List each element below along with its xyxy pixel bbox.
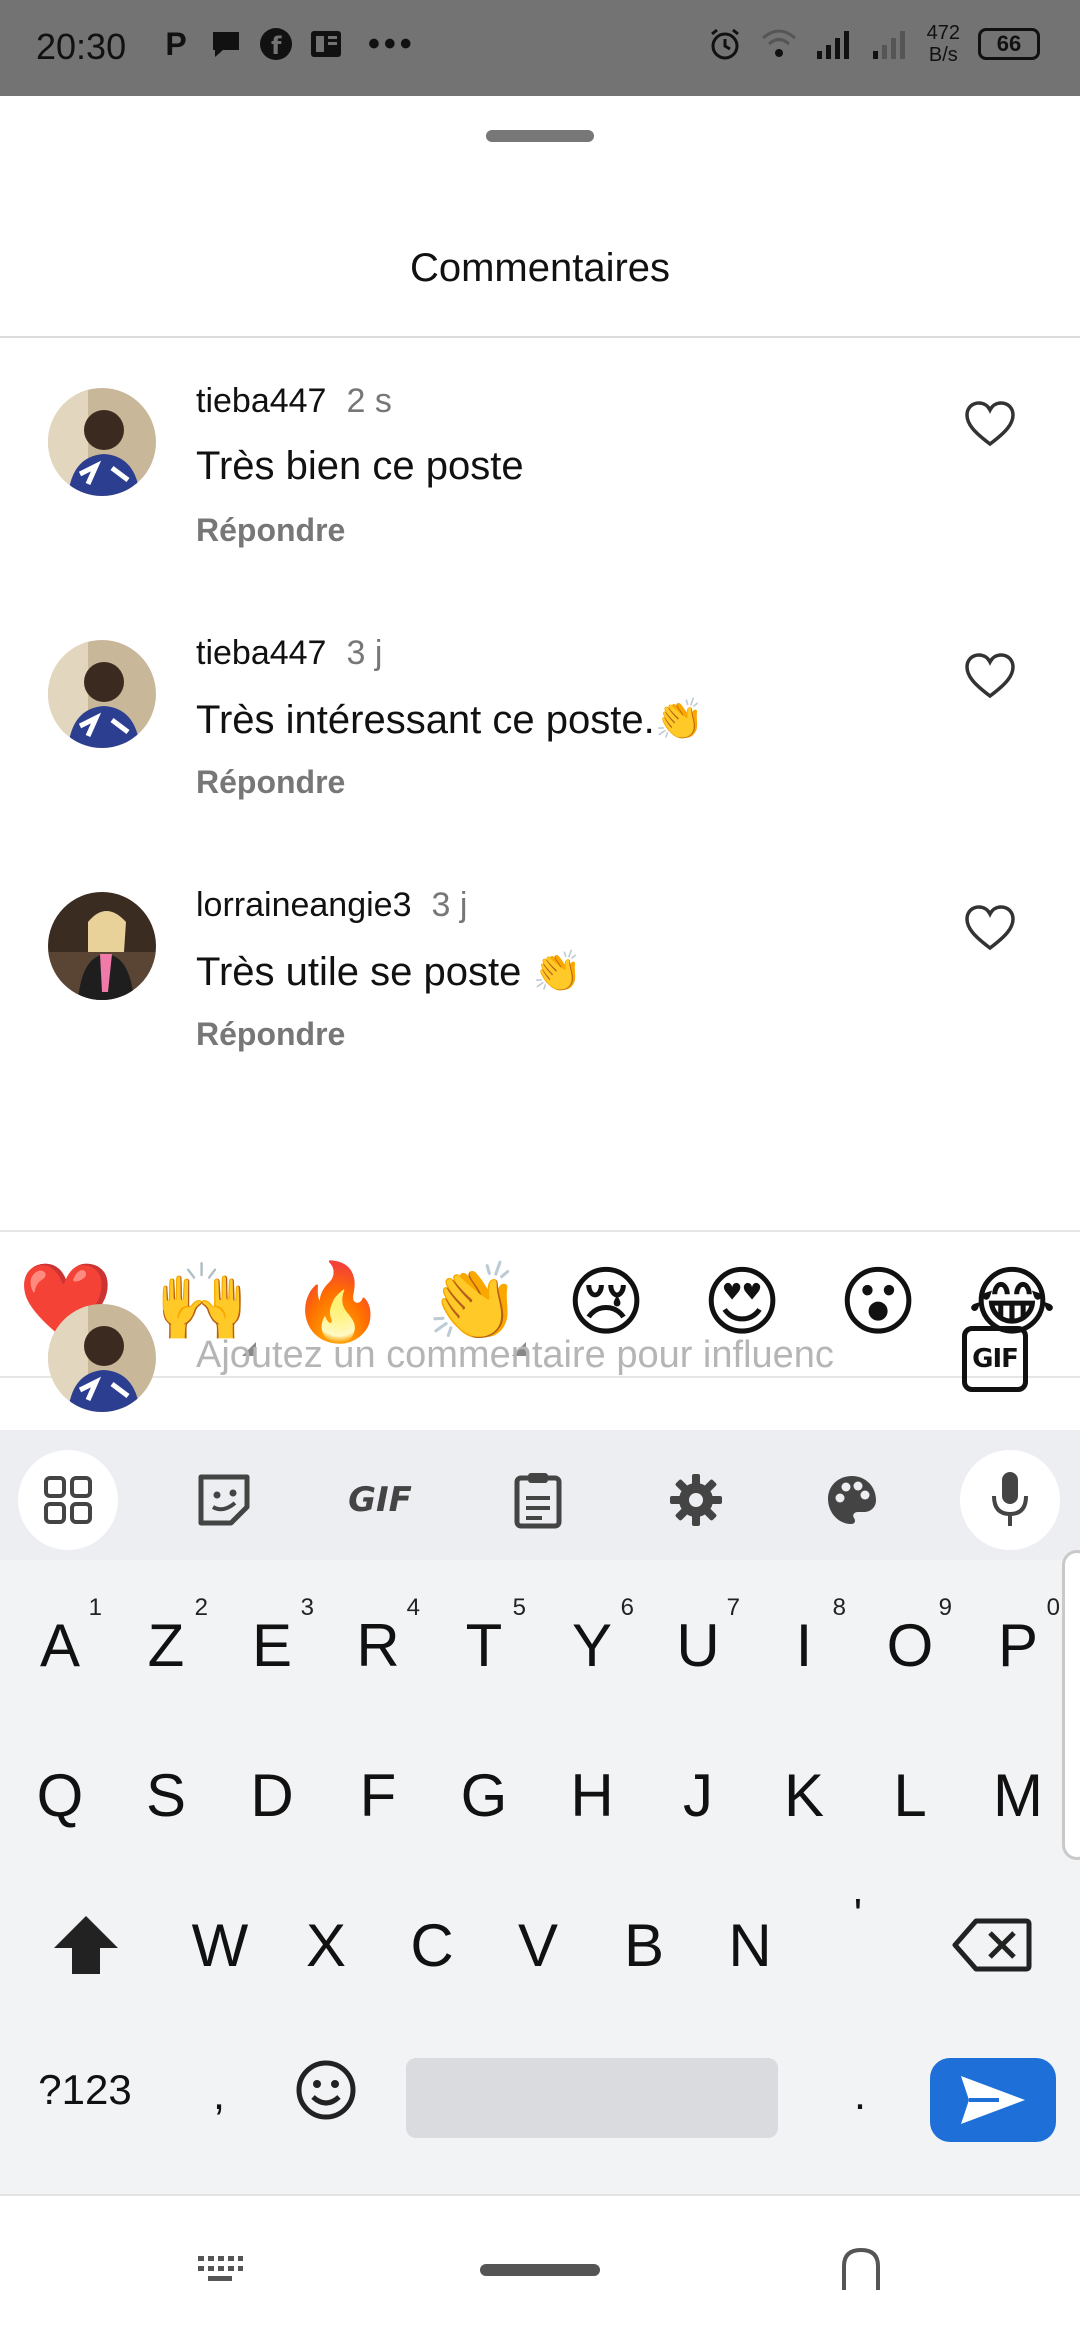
news-icon [308,24,344,64]
comment-author[interactable]: tieba447 3 j [196,634,382,673]
status-bar: 20:30 P f ••• 472 B/s 66 [0,0,1080,96]
comment-item: lorraineangie3 3 j Très utile se poste 👏 … [0,886,1080,1126]
signal-2-icon [872,31,905,59]
more-notifications-icon: ••• [368,24,416,63]
divider [0,1230,1080,1232]
clipboard-icon[interactable] [488,1450,588,1550]
network-speed: 472 B/s [926,22,960,66]
key-w[interactable]: W [168,1880,272,2010]
gif-keyboard-button[interactable]: GIF [330,1450,430,1550]
heart-icon[interactable] [964,652,1016,700]
keyboard-hide-icon[interactable] [196,2254,244,2286]
comment-input[interactable] [196,1320,916,1390]
alarm-icon [710,28,739,60]
notification-icons: P f ••• [158,24,416,64]
key-y[interactable]: Y6 [540,1580,644,1710]
key-i[interactable]: I8 [752,1580,856,1710]
shift-icon[interactable] [34,1880,138,2010]
keyboard: GIF A1 Z2 E3 R4 T5 Y6 U7 I8 O9 P0 Q S D … [0,1430,1080,2194]
heart-icon[interactable] [964,400,1016,448]
key-a[interactable]: A1 [8,1580,112,1710]
key-q[interactable]: Q [8,1730,112,1860]
key-f[interactable]: F [326,1730,430,1860]
key-v[interactable]: V [486,1880,590,2010]
comment-time: 2 s [346,382,392,420]
microphone-icon[interactable] [960,1450,1060,1550]
reply-button[interactable]: Répondre [196,764,345,801]
key-u[interactable]: U7 [646,1580,750,1710]
navigation-bar [0,2194,1080,2340]
key-k[interactable]: K [752,1730,856,1860]
p-icon: P [165,25,187,62]
backspace-icon[interactable] [940,1880,1044,2010]
svg-text:f: f [271,32,282,60]
reply-button[interactable]: Répondre [196,512,345,549]
key-l[interactable]: L [858,1730,962,1860]
comments-sheet: Commentaires tieba447 2 s Très bien ce po… [0,96,1080,1430]
signal-icon [816,31,849,59]
status-right: 472 B/s 66 [707,22,1040,66]
battery-indicator: 66 [978,28,1040,60]
key-r[interactable]: R4 [326,1580,430,1710]
status-time: 20:30 [36,26,127,67]
comment-author[interactable]: tieba447 2 s [196,382,392,421]
chat-icon [208,24,244,64]
space-bar[interactable] [406,2058,778,2138]
comma-key[interactable]: , [186,2030,252,2160]
reply-button[interactable]: Répondre [196,1016,345,1053]
keyboard-toolbar: GIF [0,1430,1080,1560]
divider [0,336,1080,338]
key-g[interactable]: G [432,1730,536,1860]
emoji-icon[interactable] [276,2030,376,2150]
theme-palette-icon[interactable] [802,1450,902,1550]
key-s[interactable]: S [114,1730,218,1860]
my-avatar [48,1304,156,1412]
comment-body: tieba447 2 s Très bien ce poste Répondre [0,382,1080,622]
key-b[interactable]: B [592,1880,696,2010]
key-p[interactable]: P0 [966,1580,1070,1710]
key-t[interactable]: T5 [432,1580,536,1710]
sticker-icon[interactable] [174,1450,274,1550]
key-o[interactable]: O9 [858,1580,962,1710]
comment-time: 3 j [346,634,383,672]
key-apostrophe[interactable]: ' [806,1850,910,1980]
apps-grid-icon[interactable] [18,1450,118,1550]
key-j[interactable]: J [646,1730,750,1860]
comment-time: 3 j [431,886,468,924]
key-z[interactable]: Z2 [114,1580,218,1710]
gif-button[interactable]: GIF [962,1326,1028,1392]
wifi-icon [761,29,796,57]
key-d[interactable]: D [220,1730,324,1860]
comment-compose: GIF [0,1290,1080,1430]
key-h[interactable]: H [540,1730,644,1860]
key-m[interactable]: M [966,1730,1070,1860]
key-e[interactable]: E3 [220,1580,324,1710]
drag-handle[interactable] [486,130,594,142]
send-icon[interactable] [930,2058,1056,2142]
comment-item: tieba447 3 j Très intéressant ce poste.👏 … [0,634,1080,874]
keyboard-edge-handle[interactable] [1062,1550,1080,1860]
settings-gear-icon[interactable] [646,1450,746,1550]
key-x[interactable]: X [274,1880,378,2010]
sheet-title: Commentaires [409,246,671,290]
key-n[interactable]: N [698,1880,802,2010]
facebook-icon: f [258,24,294,64]
home-gesture-bar[interactable] [480,2264,600,2276]
period-key[interactable]: . [812,2030,908,2160]
back-gesture-icon[interactable] [836,2244,886,2294]
comment-text: Très bien ce poste [196,444,524,488]
comment-author[interactable]: lorraineangie3 3 j [196,886,467,925]
comment-text: Très intéressant ce poste.👏 [196,698,705,742]
symbols-key[interactable]: ?123 [20,2030,150,2150]
heart-icon[interactable] [964,904,1016,952]
key-c[interactable]: C [380,1880,484,2010]
comment-text: Très utile se poste 👏 [196,950,583,994]
